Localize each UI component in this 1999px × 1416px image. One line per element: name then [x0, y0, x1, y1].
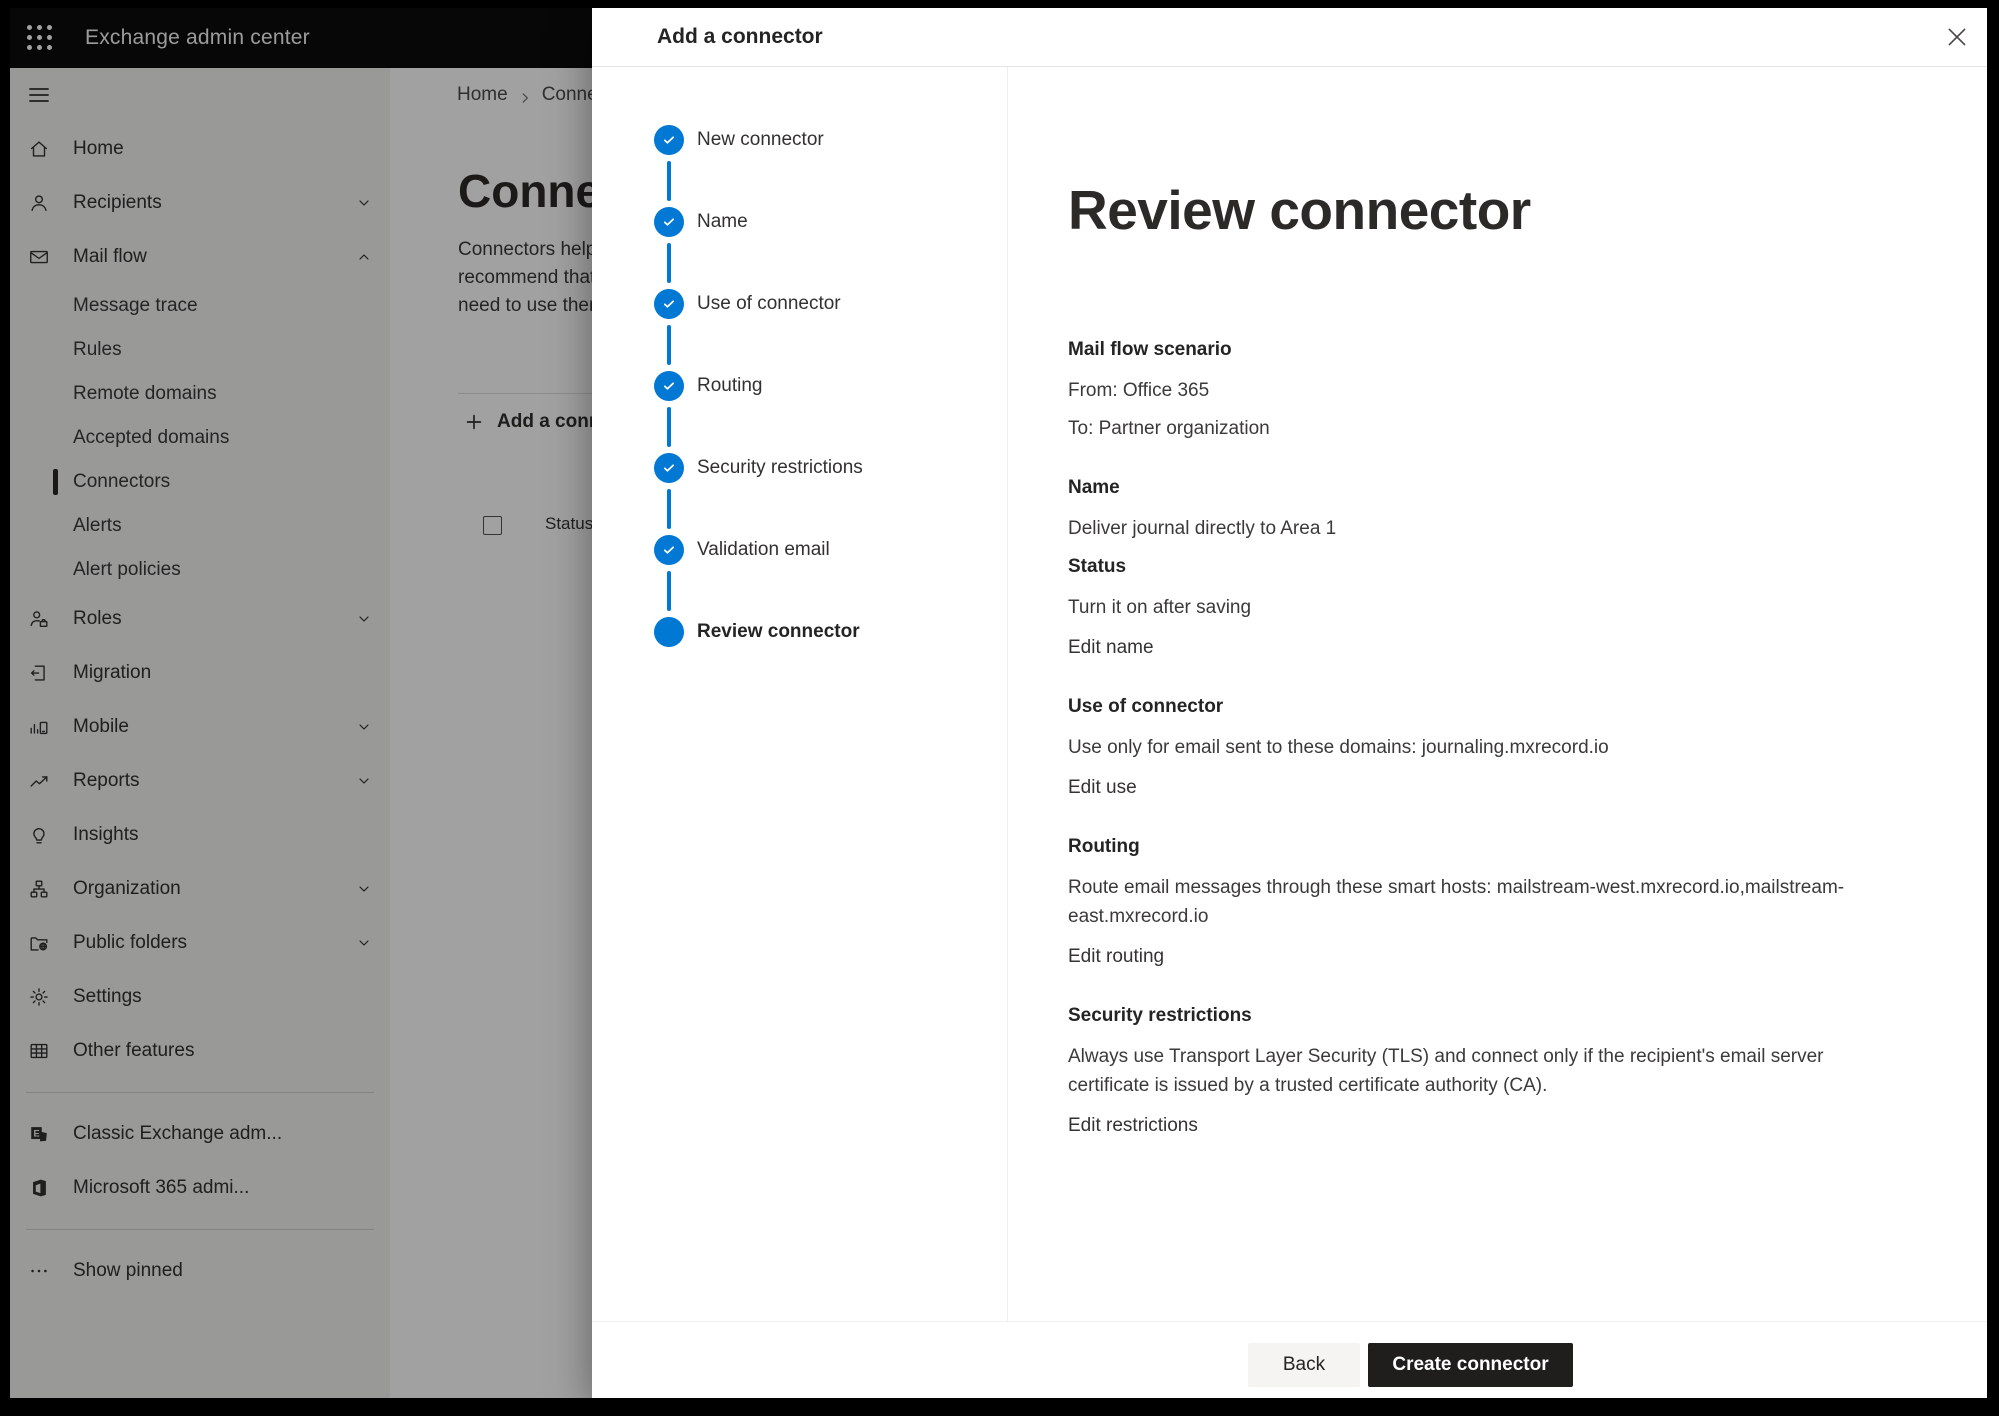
back-button[interactable]: Back [1248, 1343, 1360, 1387]
step-check-icon [654, 289, 684, 319]
step-check-icon [654, 453, 684, 483]
step-review-connector[interactable]: Review connector [654, 617, 1007, 699]
review-section-mail-flow-scenario: Mail flow scenario From: Office 365 To: … [1068, 335, 1907, 443]
step-label: New connector [697, 125, 824, 155]
section-line: Route email messages through these smart… [1068, 873, 1878, 931]
app-window: Exchange admin center Home Recipients Ma… [10, 8, 1987, 1398]
step-label: Review connector [697, 617, 860, 647]
step-label: Routing [697, 371, 763, 401]
review-section-status: Status Turn it on after saving Edit name [1068, 552, 1907, 662]
create-connector-button[interactable]: Create connector [1368, 1343, 1573, 1387]
step-current-dot [654, 617, 684, 647]
step-use-of-connector[interactable]: Use of connector [654, 289, 1007, 371]
step-new-connector[interactable]: New connector [654, 125, 1007, 207]
step-validation-email[interactable]: Validation email [654, 535, 1007, 617]
section-line: Turn it on after saving [1068, 593, 1878, 622]
add-connector-dialog: Add a connector New connector Name [592, 8, 1987, 1398]
section-title: Use of connector [1068, 692, 1907, 721]
step-check-icon [654, 535, 684, 565]
review-section-name: Name Deliver journal directly to Area 1 [1068, 473, 1907, 543]
review-section-security-restrictions: Security restrictions Always use Transpo… [1068, 1001, 1907, 1140]
wizard-steps-panel: New connector Name Use of connector Rout… [592, 67, 1008, 1322]
review-heading: Review connector [1068, 179, 1907, 241]
section-line: Deliver journal directly to Area 1 [1068, 514, 1878, 543]
step-security-restrictions[interactable]: Security restrictions [654, 453, 1007, 535]
step-name[interactable]: Name [654, 207, 1007, 289]
edit-restrictions-link[interactable]: Edit restrictions [1068, 1111, 1198, 1140]
close-icon[interactable] [1943, 23, 1971, 51]
review-section-use-of-connector: Use of connector Use only for email sent… [1068, 692, 1907, 802]
step-check-icon [654, 125, 684, 155]
review-section-routing: Routing Route email messages through the… [1068, 832, 1907, 971]
edit-use-link[interactable]: Edit use [1068, 773, 1137, 802]
step-label: Security restrictions [697, 453, 863, 483]
dialog-footer: Back Create connector [592, 1321, 1987, 1398]
step-label: Validation email [697, 535, 830, 565]
edit-name-link[interactable]: Edit name [1068, 633, 1154, 662]
step-check-icon [654, 207, 684, 237]
section-line: From: Office 365 [1068, 376, 1878, 405]
section-title: Security restrictions [1068, 1001, 1907, 1030]
section-title: Routing [1068, 832, 1907, 861]
step-routing[interactable]: Routing [654, 371, 1007, 453]
edit-routing-link[interactable]: Edit routing [1068, 942, 1164, 971]
dialog-title: Add a connector [657, 8, 823, 66]
section-title: Name [1068, 473, 1907, 502]
section-line: To: Partner organization [1068, 414, 1878, 443]
section-line: Always use Transport Layer Security (TLS… [1068, 1042, 1878, 1100]
section-title: Mail flow scenario [1068, 335, 1907, 364]
section-line: Use only for email sent to these domains… [1068, 733, 1878, 762]
review-panel: Review connector Mail flow scenario From… [1008, 67, 1987, 1322]
step-label: Name [697, 207, 748, 237]
step-label: Use of connector [697, 289, 841, 319]
section-title: Status [1068, 552, 1907, 581]
step-check-icon [654, 371, 684, 401]
dialog-header: Add a connector [592, 8, 1987, 67]
dialog-body: New connector Name Use of connector Rout… [592, 67, 1987, 1322]
